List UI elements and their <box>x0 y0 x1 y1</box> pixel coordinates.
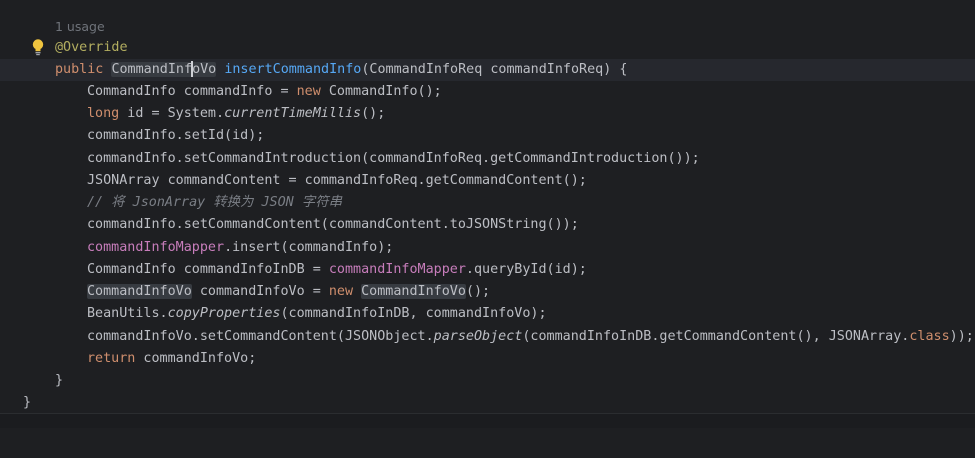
code-comment: // 将 JsonArray 转换为 JSON 字符串 <box>87 195 342 210</box>
code-line[interactable]: commandInfo.setCommandIntroduction(comma… <box>0 148 975 170</box>
code-line[interactable]: } <box>0 392 975 414</box>
code-line[interactable]: BeanUtils.copyProperties(commandInfoInDB… <box>0 303 975 325</box>
code-line[interactable]: JSONArray commandContent = commandInfoRe… <box>0 170 975 192</box>
code-line[interactable]: CommandInfo commandInfoInDB = commandInf… <box>0 259 975 281</box>
override-annotation: @Override <box>55 40 128 55</box>
code-line[interactable]: CommandInfo commandInfo = new CommandInf… <box>0 81 975 103</box>
code-line[interactable]: // 将 JsonArray 转换为 JSON 字符串 <box>0 192 975 214</box>
code-line[interactable]: commandInfoMapper.insert(commandInfo); <box>0 237 975 259</box>
code-line[interactable]: commandInfo.setCommandContent(commandCon… <box>0 214 975 236</box>
code-line[interactable]: commandInfo.setId(id); <box>0 125 975 147</box>
code-line[interactable]: @Override <box>0 37 975 59</box>
usage-hint[interactable]: 1 usage <box>55 17 105 37</box>
code-line[interactable]: long id = System.currentTimeMillis(); <box>0 103 975 125</box>
code-line[interactable]: } <box>0 370 975 392</box>
code-line[interactable]: return commandInfoVo; <box>0 348 975 370</box>
code-line[interactable]: CommandInfoVo commandInfoVo = new Comman… <box>0 281 975 303</box>
code-line-current[interactable]: public CommandInfoVo insertCommandInfo(C… <box>0 59 975 81</box>
editor-bottom-edge <box>0 413 975 428</box>
code-editor[interactable]: 1 usage @Override public CommandInfoVo i… <box>0 0 975 428</box>
code-line[interactable]: commandInfoVo.setCommandContent(JSONObje… <box>0 326 975 348</box>
method-signature: public CommandInfoVo insertCommandInfo(C… <box>55 61 628 77</box>
